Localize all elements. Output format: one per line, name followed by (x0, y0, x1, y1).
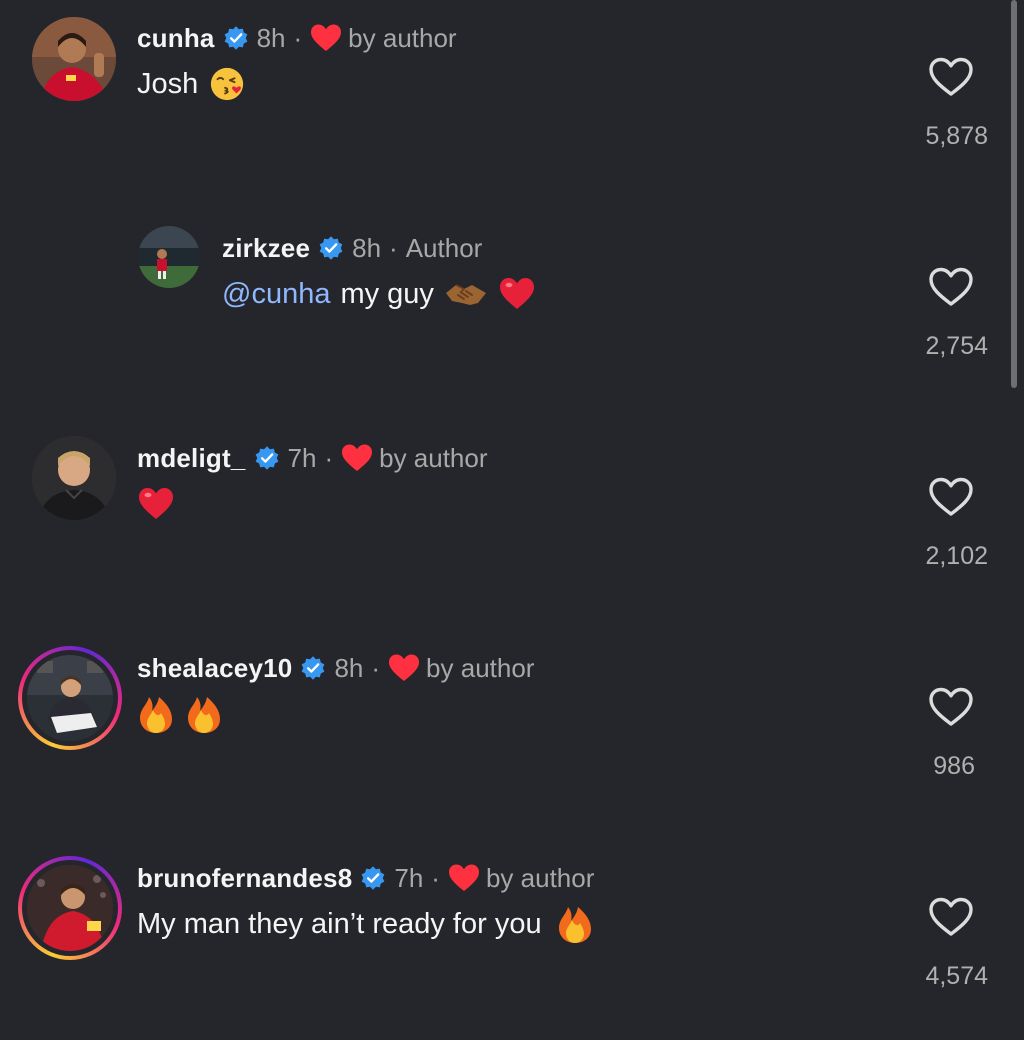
liked-by-author-label: by author (379, 442, 488, 473)
username[interactable]: mdeligt_ (137, 443, 246, 474)
heart-outline-icon[interactable] (928, 896, 974, 938)
avatar (27, 655, 113, 741)
red-heart-emoji (499, 278, 534, 309)
separator-dot: · (324, 442, 334, 473)
liked-by-author-label: by author (348, 22, 457, 53)
separator-dot: · (431, 862, 440, 893)
comment-item: mdeligt_ 7h · by author 2,102 (0, 420, 1024, 620)
handshake-emoji (445, 284, 486, 305)
red-heart-icon (342, 444, 373, 471)
like-count: 2,102 (925, 542, 988, 570)
comment-header: cunha 8h · by author (137, 18, 457, 58)
comment-body: Josh (137, 67, 199, 100)
like-count: 5,878 (925, 122, 988, 150)
comment-item: cunha 8h · by author Josh 5,878 (0, 0, 1024, 200)
comment-text: My man they ain’t ready for you (137, 902, 594, 946)
like-count: 986 (933, 752, 975, 780)
comment-header: zirkzee 8h · Author (222, 228, 482, 268)
username[interactable]: shealacey10 (137, 653, 292, 684)
comment-body: my guy (340, 277, 434, 310)
comment-text (137, 482, 175, 526)
story-ring[interactable] (18, 646, 122, 750)
verified-badge-icon (224, 26, 247, 50)
comment-text: @cunha my guy (222, 272, 536, 316)
comment-header: brunofernandes8 7h · by author (137, 858, 594, 898)
heart-outline-icon[interactable] (928, 56, 974, 98)
verified-badge-icon (255, 446, 278, 470)
username[interactable]: zirkzee (222, 233, 310, 264)
liked-by-author-label: by author (426, 652, 535, 683)
timestamp: 8h (334, 652, 364, 683)
fire-emoji (558, 907, 591, 943)
author-tag: Author (405, 232, 483, 263)
fire-emoji (140, 697, 172, 733)
username[interactable]: cunha (137, 23, 215, 54)
timestamp: 8h (352, 232, 382, 263)
separator-dot: · (389, 232, 398, 263)
comment-text (137, 692, 223, 736)
timestamp: 7h (394, 862, 424, 893)
red-heart-emoji (139, 488, 173, 519)
verified-badge-icon (362, 866, 385, 890)
avatar[interactable] (138, 226, 200, 288)
heart-outline-icon[interactable] (928, 686, 974, 728)
scrollbar[interactable] (1011, 0, 1017, 388)
red-heart-icon (311, 24, 342, 51)
kissing-face-emoji (211, 67, 244, 101)
mention-link[interactable]: @cunha (222, 278, 330, 311)
separator-dot: · (293, 22, 303, 53)
comment-header: shealacey10 8h · by author (137, 648, 534, 688)
avatar (27, 865, 113, 951)
red-heart-icon (448, 864, 479, 891)
fire-emoji (188, 697, 220, 733)
username[interactable]: brunofernandes8 (137, 863, 352, 894)
verified-badge-icon (319, 236, 343, 260)
avatar[interactable] (32, 17, 116, 101)
separator-dot: · (371, 652, 381, 683)
avatar[interactable] (32, 436, 116, 520)
timestamp: 8h (256, 22, 286, 53)
comment-body: My man they ain’t ready for you (137, 907, 542, 940)
red-heart-icon (389, 654, 420, 681)
story-ring[interactable] (18, 856, 122, 960)
heart-outline-icon[interactable] (928, 266, 974, 308)
comment-header: mdeligt_ 7h · by author (137, 438, 488, 478)
heart-outline-icon[interactable] (928, 476, 974, 518)
comment-text: Josh (137, 62, 246, 106)
like-count: 4,574 (925, 962, 988, 990)
reply-item: zirkzee 8h · Author @cunha my guy 2,754 (0, 210, 1024, 410)
like-count: 2,754 (925, 332, 988, 360)
verified-badge-icon (302, 656, 325, 680)
comment-item: brunofernandes8 7h · by author My man th… (0, 840, 1024, 1040)
liked-by-author-label: by author (485, 862, 595, 893)
timestamp: 7h (287, 442, 317, 473)
comment-item: shealacey10 8h · by author 986 (0, 630, 1024, 830)
